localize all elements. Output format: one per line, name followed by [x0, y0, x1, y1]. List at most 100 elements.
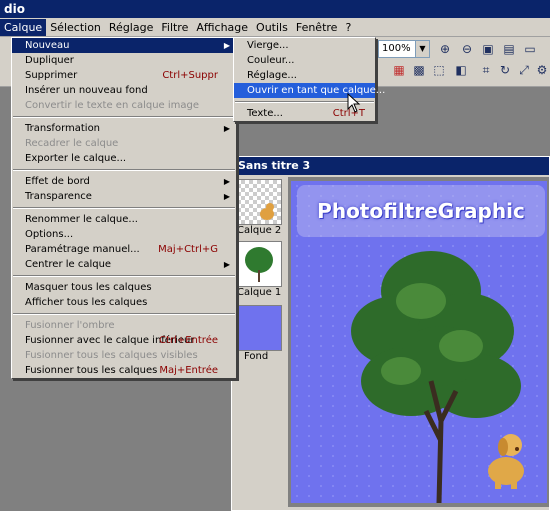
layer-thumb-calque1[interactable] — [236, 241, 282, 287]
chevron-down-icon[interactable]: ▼ — [415, 41, 429, 57]
menu-item-shortcut: Maj+Ctrl+G — [158, 244, 218, 255]
menu-item-transformation[interactable]: Transformation ▶ — [12, 121, 236, 136]
menu-reglage[interactable]: Réglage — [105, 19, 157, 36]
menu-item-shortcut: Maj+Entrée — [159, 365, 218, 376]
menu-item-label: Masquer tous les calques — [25, 282, 152, 293]
menu-[interactable]: ? — [341, 19, 355, 36]
menu-item-label: Ouvrir en tant que calque... — [247, 85, 386, 96]
menu-calque[interactable]: Calque — [0, 18, 47, 36]
image-icon[interactable]: ▩ — [410, 61, 428, 79]
menu-separator — [13, 313, 235, 315]
zoom-out-icon[interactable]: ⊖ — [458, 40, 476, 58]
tree-thumbnail-icon — [245, 247, 273, 282]
dog-thumbnail-icon — [260, 203, 274, 220]
layer-thumb-calque2[interactable] — [236, 179, 282, 225]
menu-item-label: Réglage... — [247, 70, 297, 81]
menu-item-convertir-le-texte-en-calque-image: Convertir le texte en calque image — [12, 98, 236, 113]
menu-separator — [13, 169, 235, 171]
menu-item-label: Paramétrage manuel... — [25, 244, 140, 255]
menu-item-afficher-tous-les-calques[interactable]: Afficher tous les calques — [12, 295, 236, 310]
app-title: dio — [4, 2, 25, 16]
menu-item-fusionner-tous-les-calques[interactable]: Fusionner tous les calques Maj+Entrée — [12, 363, 236, 378]
canvas-frame: PhotofiltreGraphic — [288, 177, 549, 507]
zoom-value: 100% — [382, 43, 411, 54]
menu-item-fusionner-tous-les-calques-visibles: Fusionner tous les calques visibles — [12, 348, 236, 363]
menu-item-label: Dupliquer — [25, 55, 74, 66]
menu-item-vierge[interactable]: Vierge... — [234, 38, 375, 53]
menu-item-label: Nouveau — [25, 40, 70, 51]
menu-item-shortcut: Ctrl+Entrée — [159, 335, 218, 346]
menu-item-recadrer-le-calque: Recadrer le calque — [12, 136, 236, 151]
menu-item-inserer-un-nouveau-fond[interactable]: Insérer un nouveau fond — [12, 83, 236, 98]
menu-item-label: Recadrer le calque — [25, 138, 119, 149]
menu-filtre[interactable]: Filtre — [157, 19, 192, 36]
submenu-arrow-icon: ▶ — [223, 260, 230, 269]
menu-item-renommer-le-calque[interactable]: Renommer le calque... — [12, 212, 236, 227]
mouse-cursor-icon — [347, 93, 361, 113]
menu-fenetre[interactable]: Fenêtre — [292, 19, 342, 36]
menu-outils[interactable]: Outils — [252, 19, 292, 36]
menu-selection[interactable]: Sélection — [46, 19, 105, 36]
menu-item-label: Exporter le calque... — [25, 153, 127, 164]
menu-item-label: Afficher tous les calques — [25, 297, 148, 308]
submenu-arrow-icon: ▶ — [223, 41, 230, 50]
fullscreen-icon[interactable]: ▭ — [521, 40, 539, 58]
color-palette-icon[interactable]: ▦ — [390, 61, 408, 79]
menu-item-label: Vierge... — [247, 40, 289, 51]
submenu-arrow-icon: ▶ — [223, 177, 230, 186]
menu-item-shortcut: Ctrl+Suppr — [162, 70, 218, 81]
menu-bar: Calque Sélection Réglage Filtre Affichage Out… — [0, 18, 550, 37]
menu-item-label: Fusionner tous les calques visibles — [25, 350, 198, 361]
selection-icon[interactable]: ⬚ — [430, 61, 448, 79]
menu-item-label: Transparence — [25, 191, 92, 202]
menu-item-fusionner-avec-le-calque-inferieur[interactable]: Fusionner avec le calque inférieur Ctrl+E… — [12, 333, 236, 348]
resize-icon[interactable]: ⤢ — [515, 61, 533, 79]
menu-item-nouveau[interactable]: Nouveau ▶ — [12, 38, 236, 53]
submenu-arrow-icon: ▶ — [223, 192, 230, 201]
menu-item-label: Fusionner l'ombre — [25, 320, 115, 331]
menu-item-supprimer[interactable]: Supprimer Ctrl+Suppr — [12, 68, 236, 83]
menu-item-label: Options... — [25, 229, 74, 240]
layer-thumb-fond[interactable] — [236, 305, 282, 351]
document-window: Sans titre 3 Calque 2 Calque 1 Fond Phot… — [231, 156, 550, 511]
menu-item-masquer-tous-les-calques[interactable]: Masquer tous les calques — [12, 280, 236, 295]
menu-separator — [13, 275, 235, 277]
menu-item-label: Couleur... — [247, 55, 295, 66]
menu-item-label: Insérer un nouveau fond — [25, 85, 148, 96]
menu-item-options[interactable]: Options... — [12, 227, 236, 242]
menu-item-label: Fusionner tous les calques — [25, 365, 158, 376]
menu-item-effet-de-bord[interactable]: Effet de bord ▶ — [12, 174, 236, 189]
menu-item-label: Convertir le texte en calque image — [25, 100, 200, 111]
actual-size-icon[interactable]: ▤ — [500, 40, 518, 58]
dog-image — [488, 434, 524, 489]
menu-item-label: Supprimer — [25, 70, 78, 81]
submenu-arrow-icon: ▶ — [223, 124, 230, 133]
layer-icon[interactable]: ◧ — [452, 61, 470, 79]
menu-item-dupliquer[interactable]: Dupliquer — [12, 53, 236, 68]
calque-menu: Nouveau ▶ Dupliquer Supprimer Ctrl+Suppr Insé… — [11, 37, 237, 379]
menu-separator — [13, 207, 235, 209]
menu-item-fusionner-l-ombre: Fusionner l'ombre — [12, 318, 236, 333]
menu-item-reglage[interactable]: Réglage... — [234, 68, 375, 83]
menu-item-label: Texte... — [247, 108, 283, 119]
menu-item-exporter-le-calque[interactable]: Exporter le calque... — [12, 151, 236, 166]
crop-icon[interactable]: ⌗ — [477, 61, 495, 79]
menu-item-transparence[interactable]: Transparence ▶ — [12, 189, 236, 204]
menu-separator — [13, 116, 235, 118]
rotate-icon[interactable]: ↻ — [496, 61, 514, 79]
fit-window-icon[interactable]: ▣ — [479, 40, 497, 58]
layer-label-fond: Fond — [244, 351, 269, 362]
layer-label-calque2: Calque 2 — [237, 225, 282, 236]
zoom-in-icon[interactable]: ⊕ — [436, 40, 454, 58]
script-icon[interactable]: ⚙ — [533, 61, 550, 79]
menu-item-parametrage-manuel[interactable]: Paramétrage manuel... Maj+Ctrl+G — [12, 242, 236, 257]
menu-item-label: Renommer le calque... — [25, 214, 138, 225]
zoom-select[interactable]: 100% ▼ — [378, 40, 430, 58]
document-title-bar[interactable]: Sans titre 3 — [232, 157, 549, 175]
menu-item-centrer-le-calque[interactable]: Centrer le calque ▶ — [12, 257, 236, 272]
menu-item-couleur[interactable]: Couleur... — [234, 53, 375, 68]
layer-label-calque1: Calque 1 — [237, 287, 282, 298]
image-canvas[interactable]: PhotofiltreGraphic — [291, 181, 547, 503]
app-title-bar: dio — [0, 0, 550, 18]
menu-affichage[interactable]: Affichage — [192, 19, 252, 36]
